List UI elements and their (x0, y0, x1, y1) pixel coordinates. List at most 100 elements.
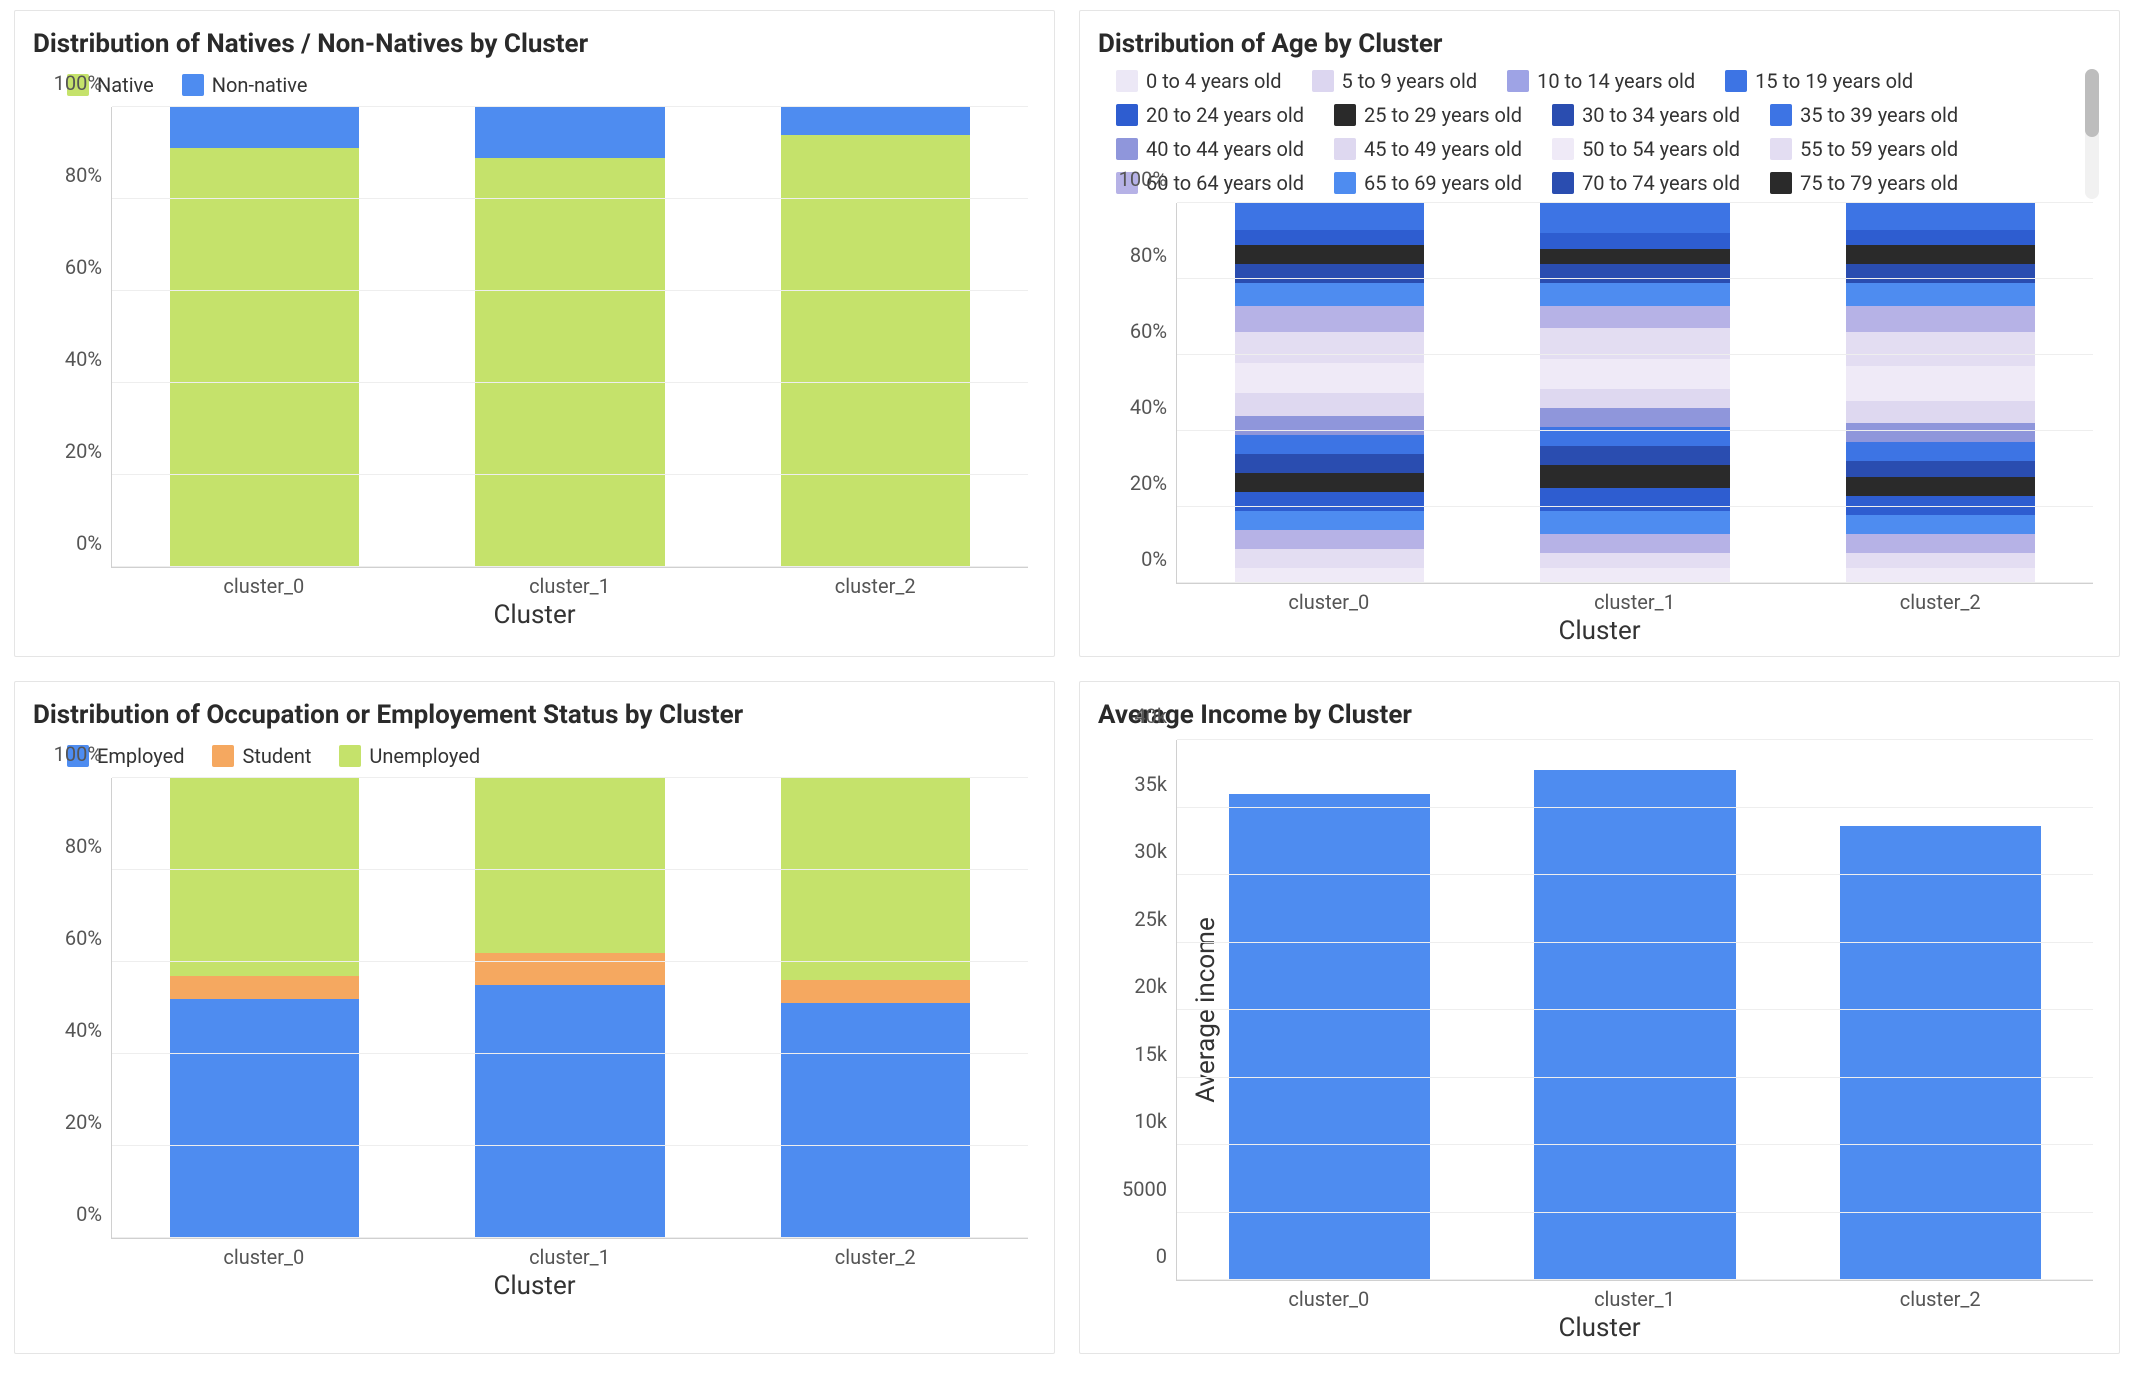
stacked-bar[interactable] (781, 107, 970, 567)
stacked-bar[interactable] (475, 107, 664, 567)
bar-segment[interactable] (1846, 442, 2035, 461)
legend-item[interactable]: 50 to 54 years old (1552, 137, 1740, 161)
bar-segment[interactable] (1540, 233, 1729, 248)
bar-segment[interactable] (475, 985, 664, 1238)
stacked-bar[interactable] (170, 778, 359, 1238)
bar-segment[interactable] (1540, 283, 1729, 306)
bar-segment[interactable] (1846, 245, 2035, 264)
legend-item[interactable]: 15 to 19 years old (1725, 69, 1913, 93)
bar-segment[interactable] (781, 1003, 970, 1238)
legend-item[interactable]: 40 to 44 years old (1116, 137, 1304, 161)
bar-segment[interactable] (1235, 332, 1424, 362)
bar-segment[interactable] (1540, 465, 1729, 488)
bar-segment[interactable] (1540, 408, 1729, 427)
bar-segment[interactable] (1540, 249, 1729, 264)
bar-segment[interactable] (1846, 477, 2035, 496)
bar-segment[interactable] (1235, 416, 1424, 435)
bar-segment[interactable] (1235, 435, 1424, 454)
bar-segment[interactable] (170, 999, 359, 1238)
bar-segment[interactable] (1235, 363, 1424, 393)
bar-segment[interactable] (1846, 306, 2035, 333)
legend-item[interactable]: 10 to 14 years old (1507, 69, 1695, 93)
bar-segment[interactable] (1846, 553, 2035, 568)
bar-segment[interactable] (781, 778, 970, 980)
legend-item[interactable]: 25 to 29 years old (1334, 103, 1522, 127)
bar-segment[interactable] (1235, 264, 1424, 283)
legend-item[interactable]: 65 to 69 years old (1334, 171, 1522, 195)
bar-segment[interactable] (1846, 366, 2035, 400)
bar-segment[interactable] (1235, 283, 1424, 306)
bar-segment[interactable] (1846, 515, 2035, 534)
legend-item[interactable]: Non-native (182, 73, 308, 97)
legend-item[interactable]: 5 to 9 years old (1312, 69, 1478, 93)
bar-segment[interactable] (170, 778, 359, 976)
bar-segment[interactable] (1846, 332, 2035, 366)
bar-segment[interactable] (1540, 359, 1729, 389)
bar-segment[interactable] (1235, 530, 1424, 549)
stacked-bar[interactable] (1540, 203, 1729, 583)
bar-segment[interactable] (781, 107, 970, 135)
bar-segment[interactable] (1235, 473, 1424, 492)
bar-segment[interactable] (1846, 534, 2035, 553)
chart-occupation: 0%20%40%60%80%100% cluster_0cluster_1clu… (31, 778, 1038, 1343)
bar-segment[interactable] (1235, 549, 1424, 568)
bar-segment[interactable] (1846, 401, 2035, 424)
legend-item[interactable]: 35 to 39 years old (1770, 103, 1958, 127)
legend-scrollbar[interactable] (2085, 69, 2099, 199)
bar-segment[interactable] (475, 778, 664, 953)
bar-segment[interactable] (1846, 203, 2035, 230)
bar-segment[interactable] (1540, 203, 1729, 233)
legend-item[interactable]: 30 to 34 years old (1552, 103, 1740, 127)
bar-segment[interactable] (1540, 553, 1729, 568)
bar-segment[interactable] (1846, 461, 2035, 476)
bar-segment[interactable] (170, 148, 359, 567)
stacked-bar[interactable] (475, 778, 664, 1238)
bar-segment[interactable] (1235, 203, 1424, 230)
bar-segment[interactable] (170, 976, 359, 999)
bar-segment[interactable] (1235, 492, 1424, 511)
bar-segment[interactable] (170, 107, 359, 148)
bar-segment[interactable] (1846, 568, 2035, 583)
legend-label: 40 to 44 years old (1146, 137, 1304, 161)
bar-segment[interactable] (1846, 264, 2035, 283)
bar-segment[interactable] (1540, 488, 1729, 511)
bar-segment[interactable] (1235, 306, 1424, 333)
bar-segment[interactable] (1540, 511, 1729, 534)
legend-item[interactable]: Student (212, 744, 311, 768)
y-tick-label: 100% (54, 71, 102, 95)
bar-segment[interactable] (1540, 264, 1729, 283)
bar-segment[interactable] (1540, 389, 1729, 408)
legend-item[interactable]: 20 to 24 years old (1116, 103, 1304, 127)
bar-segment[interactable] (1235, 454, 1424, 473)
bar-segment[interactable] (1235, 245, 1424, 264)
bar-segment[interactable] (1540, 446, 1729, 465)
stacked-bar[interactable] (1235, 203, 1424, 583)
legend-item[interactable]: 55 to 59 years old (1770, 137, 1958, 161)
bar-segment[interactable] (1540, 306, 1729, 329)
bar-segment[interactable] (1235, 230, 1424, 245)
bar-segment[interactable] (1235, 511, 1424, 530)
stacked-bar[interactable] (170, 107, 359, 567)
legend-scrollbar-thumb[interactable] (2085, 69, 2099, 137)
stacked-bar[interactable] (781, 778, 970, 1238)
bar-segment[interactable] (475, 158, 664, 567)
bar[interactable] (1534, 770, 1736, 1280)
legend-item[interactable]: 75 to 79 years old (1770, 171, 1958, 195)
bar-segment[interactable] (1846, 230, 2035, 245)
stacked-bar[interactable] (1846, 203, 2035, 583)
legend-item[interactable]: Unemployed (339, 744, 480, 768)
bar-segment[interactable] (475, 953, 664, 985)
legend-item[interactable]: 0 to 4 years old (1116, 69, 1282, 93)
bar-segment[interactable] (1235, 393, 1424, 416)
bar-segment[interactable] (1846, 283, 2035, 306)
bar-segment[interactable] (1540, 568, 1729, 583)
bar-segment[interactable] (1540, 534, 1729, 553)
bar-segment[interactable] (781, 135, 970, 567)
legend-item[interactable]: 70 to 74 years old (1552, 171, 1740, 195)
bar[interactable] (1229, 794, 1431, 1280)
bar-segment[interactable] (475, 107, 664, 158)
legend-item[interactable]: 45 to 49 years old (1334, 137, 1522, 161)
bar-segment[interactable] (1235, 568, 1424, 583)
bar-segment[interactable] (1846, 423, 2035, 442)
bar-segment[interactable] (781, 980, 970, 1003)
